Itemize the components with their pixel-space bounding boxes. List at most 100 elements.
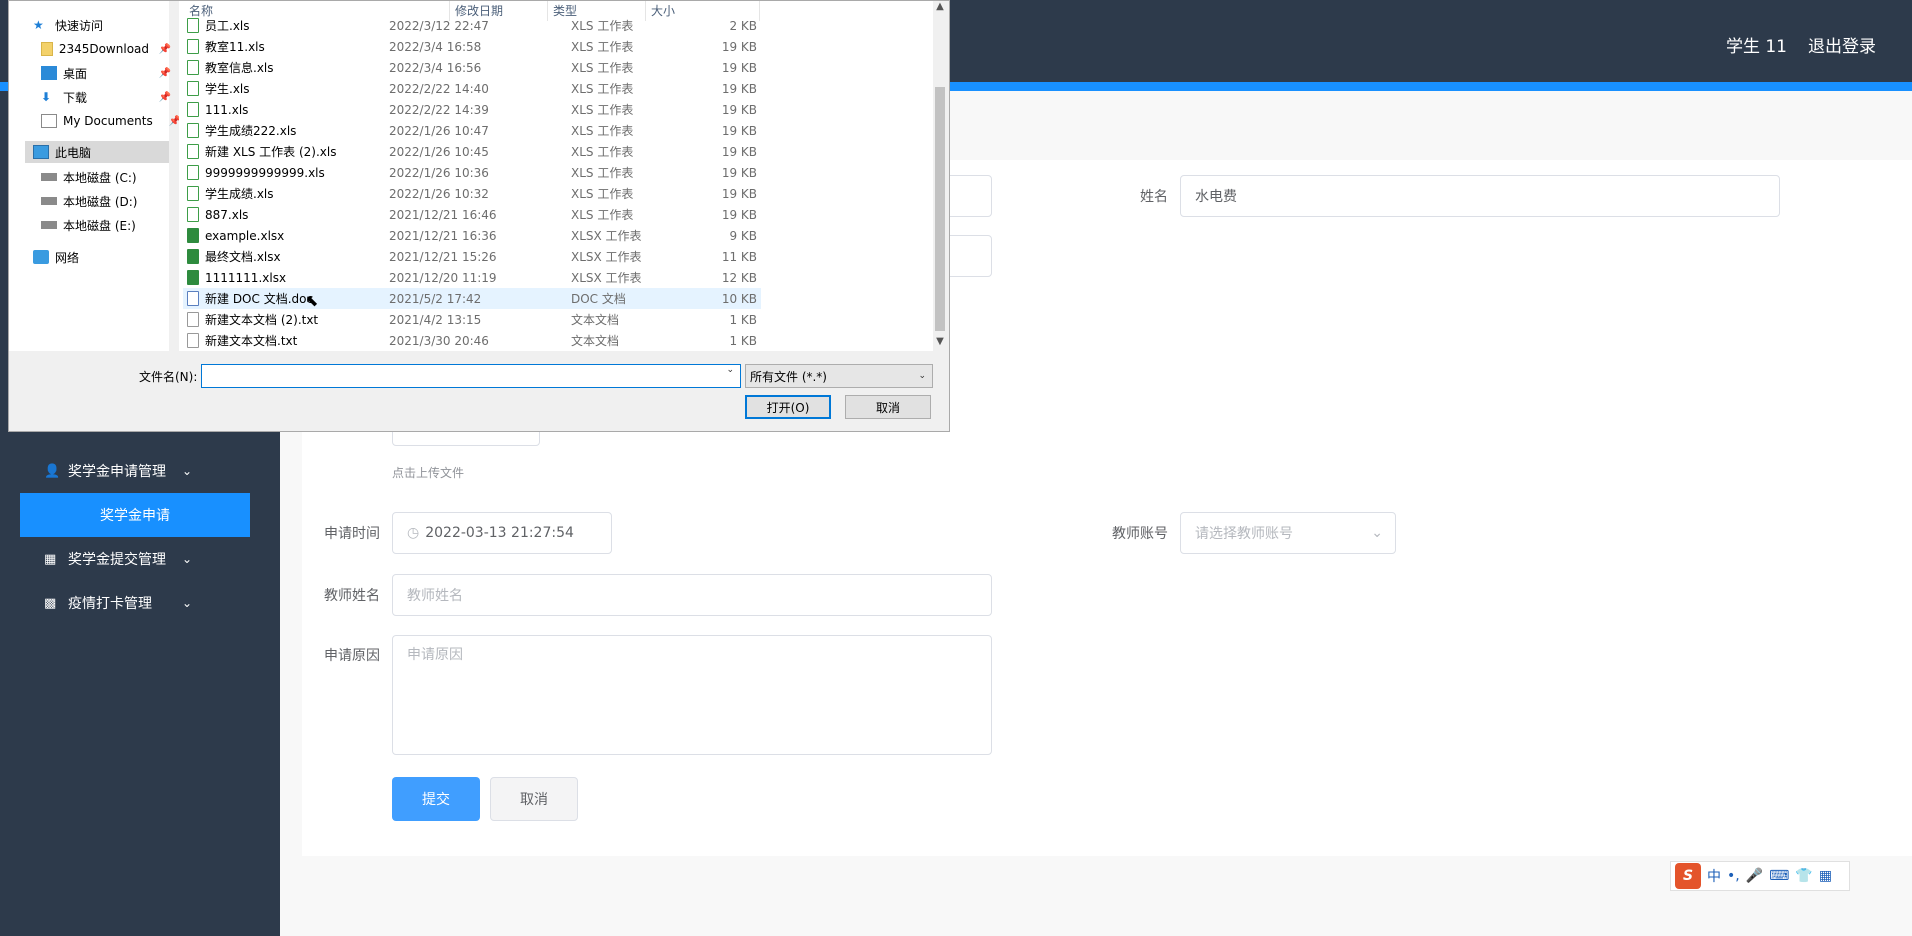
chevron-down-icon: ⌄ <box>918 371 926 381</box>
file-list-scrollbar[interactable]: ▲ ▼ <box>933 1 947 351</box>
sidebar-item-scholarship-submit-manage[interactable]: ▦ 奖学金提交管理 ⌄ <box>20 537 250 581</box>
excel-file-icon <box>187 207 199 222</box>
chevron-down-icon: ⌄ <box>181 464 192 478</box>
sidebar-item-scholarship-apply[interactable]: 奖学金申请 <box>20 493 250 537</box>
file-row[interactable]: 新建文本文档.txt 2021/3/30 20:46 文本文档 1 KB <box>183 330 761 351</box>
file-name: 学生.xls <box>205 82 250 96</box>
ime-toolbar[interactable]: S 中 •, 🎤 ⌨ 👕 ▦ <box>1670 861 1850 891</box>
microphone-icon[interactable]: 🎤 <box>1746 868 1763 884</box>
excel-file-icon <box>187 249 199 264</box>
file-date: 2021/12/20 11:19 <box>389 270 497 285</box>
file-type: XLS 工作表 <box>571 187 634 201</box>
ime-punct-toggle[interactable]: •, <box>1727 868 1740 884</box>
skin-icon[interactable]: 👕 <box>1795 868 1812 884</box>
nav-drive-c[interactable]: 本地磁盘 (C:) <box>41 166 137 188</box>
nav-2345download[interactable]: 2345Download 📌 <box>41 38 171 60</box>
toolbox-icon[interactable]: ▦ <box>1819 868 1832 884</box>
file-row[interactable]: 最终文档.xlsx 2021/12/21 15:26 XLSX 工作表 11 KB <box>183 246 761 267</box>
excel-file-icon <box>187 270 199 285</box>
file-row[interactable]: 新建 XLS 工作表 (2).xls 2022/1/26 10:45 XLS 工作表… <box>183 141 761 162</box>
dialog-cancel-button[interactable]: 取消 <box>845 395 931 419</box>
filename-label: 文件名(N): <box>139 370 198 384</box>
sidebar-item-epidemic-checkin[interactable]: ▩ 疫情打卡管理 ⌄ <box>20 581 250 625</box>
file-size: 2 KB <box>729 18 757 33</box>
file-date: 2021/12/21 16:46 <box>389 207 497 222</box>
file-type: DOC 文档 <box>571 292 626 306</box>
document-icon <box>41 114 57 128</box>
file-row[interactable]: 教室信息.xls 2022/3/4 16:56 XLS 工作表 19 KB <box>183 57 761 78</box>
scroll-thumb[interactable] <box>935 87 945 331</box>
file-type: XLS 工作表 <box>571 61 634 75</box>
ticket-icon: ▩ <box>44 595 57 611</box>
file-row[interactable]: 887.xls 2021/12/21 16:46 XLS 工作表 19 KB <box>183 204 761 225</box>
file-name: 最终文档.xlsx <box>205 250 281 264</box>
file-row[interactable]: 学生成绩222.xls 2022/1/26 10:47 XLS 工作表 19 KB <box>183 120 761 141</box>
open-button[interactable]: 打开(O) <box>745 395 831 419</box>
name-input[interactable]: 水电费 <box>1180 175 1780 217</box>
pin-icon: 📌 <box>158 67 171 79</box>
nav-network[interactable]: 网络 <box>33 246 79 268</box>
file-date: 2021/5/2 17:42 <box>389 291 482 306</box>
sidebar-item-scholarship-apply-manage[interactable]: 👤 奖学金申请管理 ⌄ <box>20 449 250 493</box>
filename-input[interactable]: ⌄ <box>201 364 741 388</box>
file-type: XLS 工作表 <box>571 19 634 33</box>
nav-quick-access[interactable]: ★ 快速访问 <box>33 14 103 36</box>
file-size: 19 KB <box>721 60 757 75</box>
file-type: XLS 工作表 <box>571 166 634 180</box>
file-name: 887.xls <box>205 207 249 222</box>
file-type: 文本文档 <box>571 334 620 348</box>
file-type: XLSX 工作表 <box>571 229 642 243</box>
file-date: 2022/3/12 22:47 <box>389 18 489 33</box>
file-row[interactable]: example.xlsx 2021/12/21 16:36 XLSX 工作表 9 KB <box>183 225 761 246</box>
file-name: 1111111.xlsx <box>205 270 287 285</box>
keyboard-icon[interactable]: ⌨ <box>1769 868 1789 884</box>
file-type: XLS 工作表 <box>571 124 634 138</box>
teacher-account-select[interactable]: 请选择教师账号 ⌄ <box>1180 512 1396 554</box>
file-row[interactable]: 新建文本文档 (2).txt 2021/4/2 13:15 文本文档 1 KB <box>183 309 761 330</box>
submit-button[interactable]: 提交 <box>392 777 480 821</box>
drive-icon <box>41 197 57 205</box>
apply-time-label: 申请时间 <box>324 526 380 542</box>
file-row[interactable]: 9999999999999.xls 2022/1/26 10:36 XLS 工作表 1… <box>183 162 761 183</box>
logout-link[interactable]: 退出登录 <box>1808 32 1876 57</box>
nav-desktop[interactable]: 桌面 📌 <box>41 62 171 84</box>
file-name: 学生成绩222.xls <box>205 124 297 138</box>
file-row[interactable]: 学生.xls 2022/2/22 14:40 XLS 工作表 19 KB <box>183 78 761 99</box>
teacher-name-input[interactable]: 教师姓名 <box>392 574 992 616</box>
file-row[interactable]: 1111111.xlsx 2021/12/20 11:19 XLSX 工作表 12 K… <box>183 267 761 288</box>
file-date: 2022/1/26 10:45 <box>389 144 489 159</box>
file-type: 文本文档 <box>571 313 620 327</box>
nav-drive-d[interactable]: 本地磁盘 (D:) <box>41 190 137 212</box>
file-name: 员工.xls <box>205 19 250 33</box>
file-row[interactable]: 新建 DOC 文档.doc 2021/5/2 17:42 DOC 文档 10 KB <box>183 288 761 309</box>
file-type: XLS 工作表 <box>571 208 634 222</box>
text-file-icon <box>187 312 199 327</box>
nav-downloads[interactable]: ⬇ 下载 📌 <box>41 86 171 108</box>
file-row[interactable]: 教室11.xls 2022/3/4 16:58 XLS 工作表 19 KB <box>183 36 761 57</box>
chevron-down-icon[interactable]: ⌄ <box>726 365 734 375</box>
apply-time-input[interactable]: ◷ 2022-03-13 21:27:54 <box>392 512 612 554</box>
file-size: 12 KB <box>721 270 757 285</box>
reason-textarea[interactable]: 申请原因 <box>392 635 992 755</box>
nav-my-documents[interactable]: My Documents 📌 <box>41 110 181 132</box>
file-date: 2022/1/26 10:32 <box>389 186 489 201</box>
pin-icon: 📌 <box>158 91 171 103</box>
network-icon <box>33 250 49 264</box>
cancel-button[interactable]: 取消 <box>490 777 578 821</box>
scroll-down-arrow-icon[interactable]: ▼ <box>933 336 947 347</box>
file-row[interactable]: 111.xls 2022/2/22 14:39 XLS 工作表 19 KB <box>183 99 761 120</box>
text-file-icon <box>187 333 199 348</box>
ime-mode-toggle[interactable]: 中 <box>1707 866 1721 886</box>
nav-this-pc[interactable]: 此电脑 <box>25 141 169 163</box>
scroll-up-arrow-icon[interactable]: ▲ <box>933 1 947 12</box>
file-size: 19 KB <box>721 186 757 201</box>
drive-icon <box>41 173 57 181</box>
nav-drive-e[interactable]: 本地磁盘 (E:) <box>41 214 136 236</box>
excel-file-icon <box>187 39 199 54</box>
file-type-filter[interactable]: 所有文件 (*.*) ⌄ <box>745 364 933 388</box>
file-size: 19 KB <box>721 123 757 138</box>
file-row[interactable]: 员工.xls 2022/3/12 22:47 XLS 工作表 2 KB <box>183 15 761 36</box>
file-row[interactable]: 学生成绩.xls 2022/1/26 10:32 XLS 工作表 19 KB <box>183 183 761 204</box>
star-icon: ★ <box>33 18 44 32</box>
file-size: 11 KB <box>721 249 757 264</box>
